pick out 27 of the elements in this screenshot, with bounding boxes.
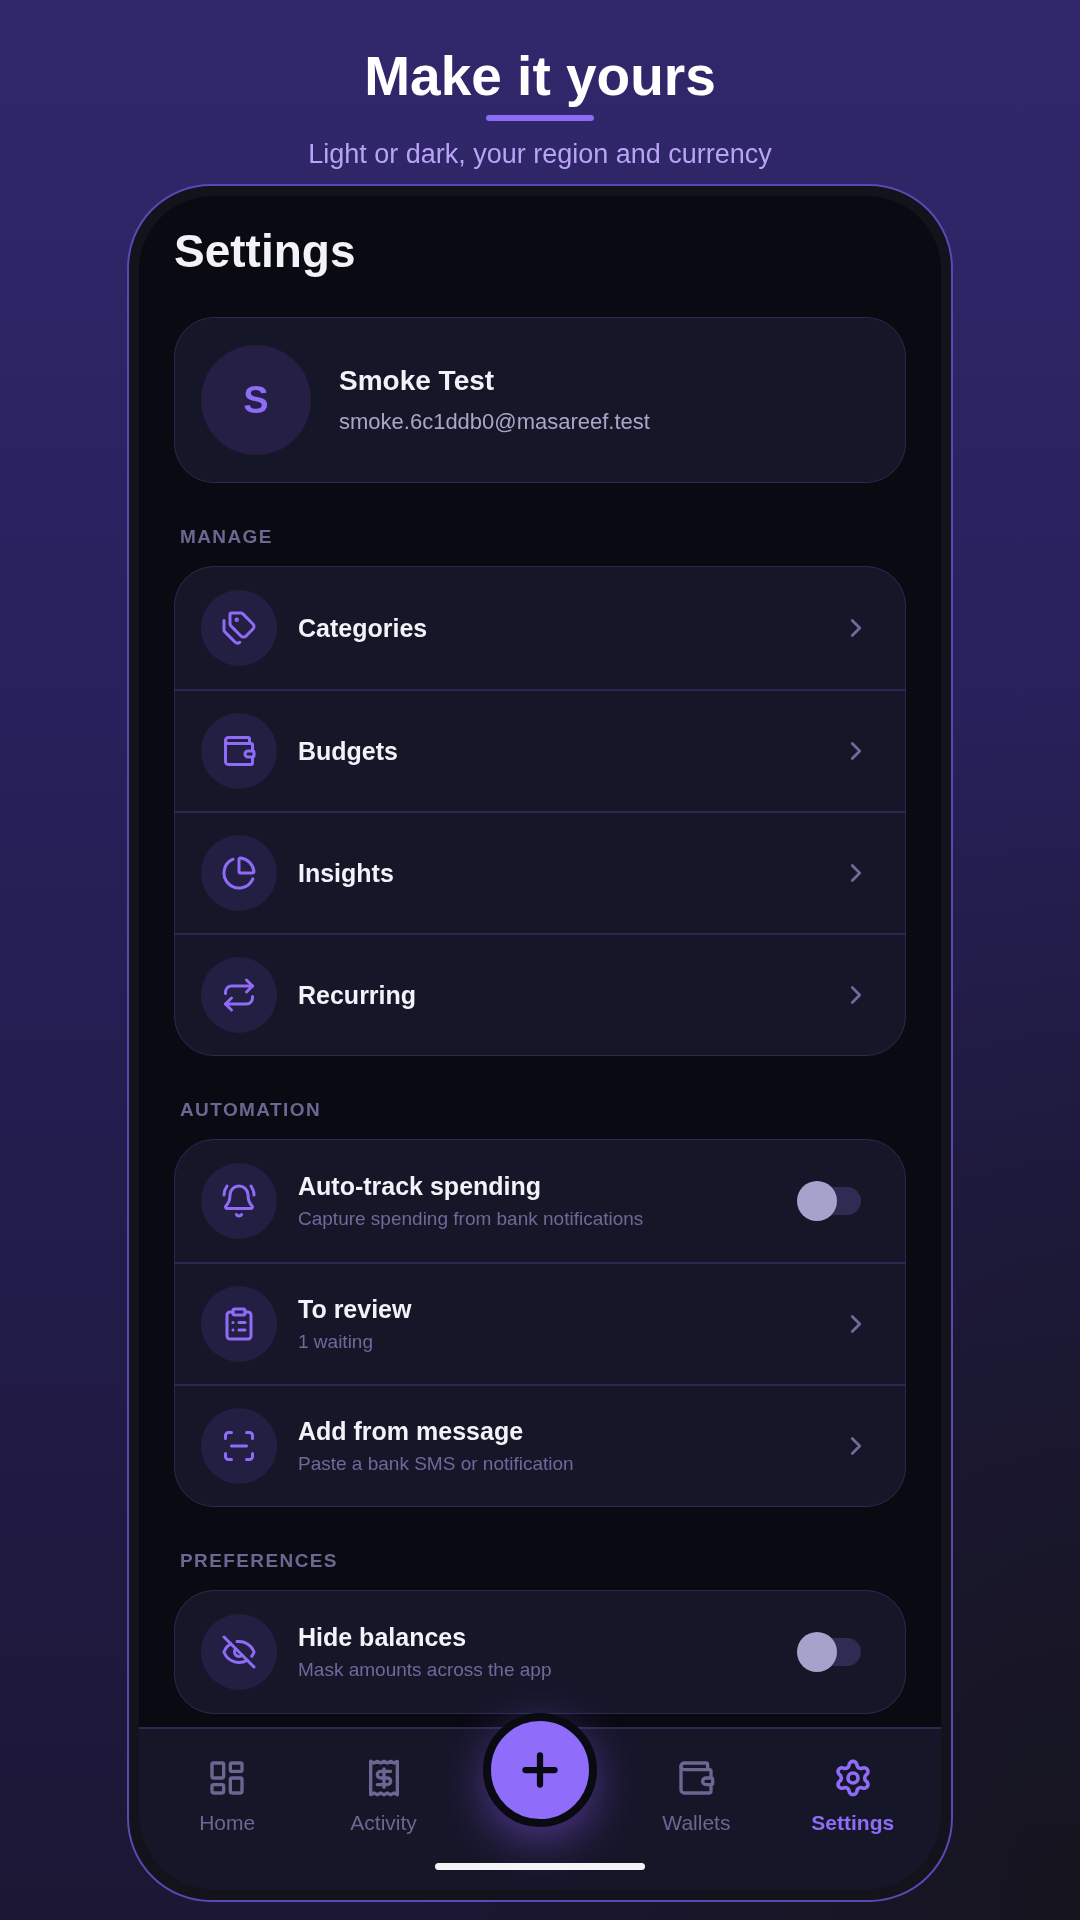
add-button[interactable] [483,1713,597,1827]
profile-name: Smoke Test [339,364,496,398]
section-label: PREFERENCES [179,1549,339,1573]
wallet-icon [676,1758,717,1798]
toggle-switch[interactable] [797,1181,861,1221]
setting-title[interactable]: Add from message [298,1416,820,1446]
setting-description: Capture spending from bank notifications [298,1207,645,1231]
screen-title: Settings [174,224,357,279]
nav-tab[interactable]: Settings [774,1729,931,1849]
toggle-switch[interactable] [797,1632,861,1672]
profile-email: smoke.6c1ddb0@masareef.test [339,408,650,436]
setting-title[interactable]: Hide balances [298,1622,776,1652]
setting-description: Paste a bank SMS or notification [298,1452,575,1476]
setting-title[interactable]: Categories [298,613,820,643]
setting-title[interactable]: To review [298,1294,820,1324]
profile-card[interactable]: S Smoke Test smoke.6c1ddb0@masareef.test [174,317,906,483]
setting-description: 1 waiting [298,1330,374,1354]
headline: Make it yours [364,46,716,106]
subheadline: Light or dark, your region and currency [308,138,772,171]
avatar: S [201,345,311,455]
setting-description: Mask amounts across the app [298,1658,553,1682]
setting-title[interactable]: Budgets [298,736,820,766]
setting-title[interactable]: Auto-track spending [298,1171,776,1201]
section-label: MANAGE [179,525,274,549]
setting-title[interactable]: Insights [298,858,820,888]
setting-title[interactable]: Recurring [298,980,820,1010]
section-label: AUTOMATION [179,1098,322,1122]
